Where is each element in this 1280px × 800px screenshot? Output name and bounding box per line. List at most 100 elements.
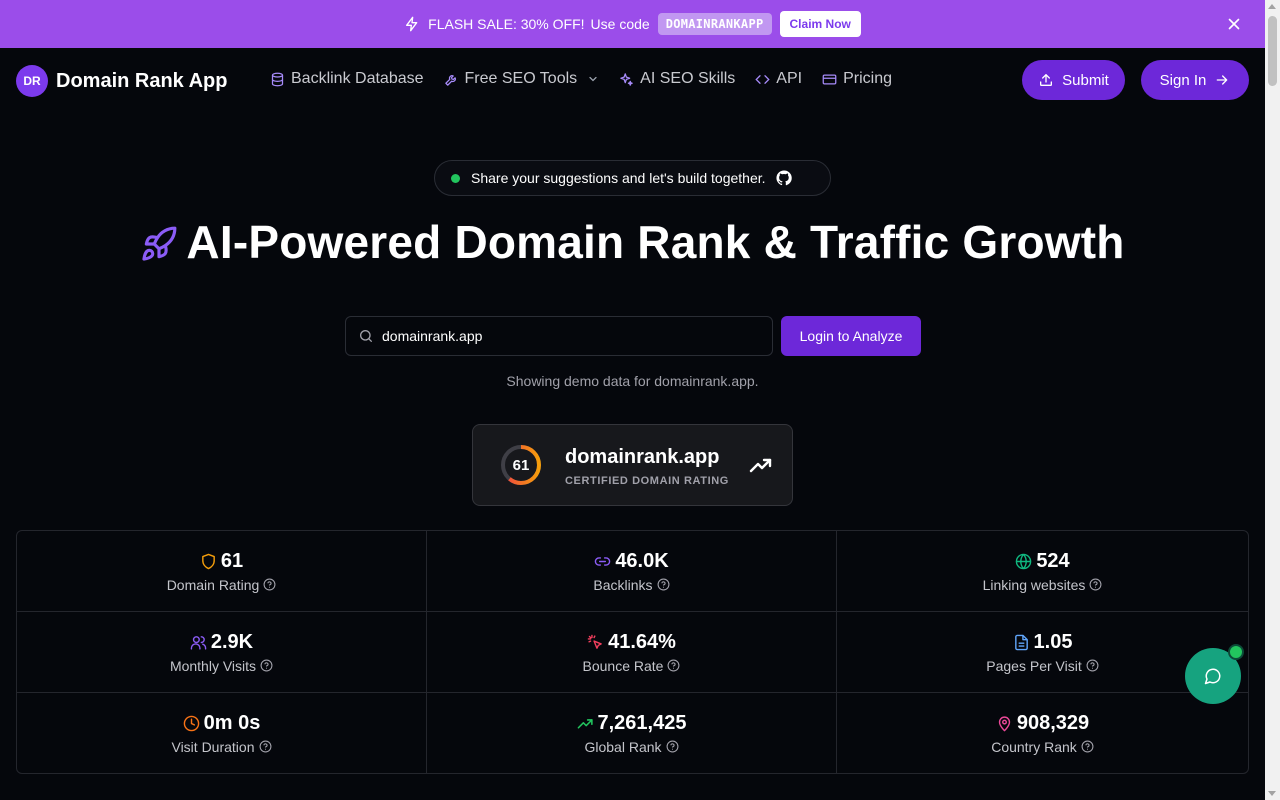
stat-value: 7,261,425 [597, 711, 687, 734]
globe-icon [1016, 553, 1032, 569]
stat-country-rank: 908,329 Country Rank [837, 693, 1248, 773]
chat-bubble-icon [1204, 668, 1221, 685]
wrench-icon [444, 74, 456, 86]
github-icon[interactable] [775, 169, 793, 187]
help-icon[interactable] [657, 578, 670, 591]
help-icon[interactable] [1086, 659, 1099, 672]
suggestions-text: Share your suggestions and let's build t… [471, 170, 766, 186]
login-to-analyze-button[interactable]: Login to Analyze [781, 316, 921, 356]
help-icon[interactable] [667, 659, 680, 672]
stat-label: Country Rank [991, 738, 1077, 755]
stat-bounce-rate: 41.64% Bounce Rate [427, 612, 837, 693]
stat-backlinks: 46.0K Backlinks [427, 531, 837, 612]
help-icon[interactable] [259, 740, 272, 753]
logo[interactable]: DR Domain Rank App [16, 65, 228, 97]
online-indicator [1228, 644, 1244, 660]
hero-title-text: AI-Powered Domain Rank & Traffic Growth [186, 216, 1125, 268]
domain-search-input[interactable] [382, 328, 742, 344]
help-icon[interactable] [260, 659, 273, 672]
stat-value: 908,329 [1016, 711, 1090, 734]
trending-up-icon [749, 458, 772, 473]
demo-note: Showing demo data for domainrank.app. [506, 373, 759, 389]
scroll-down-arrow[interactable] [1268, 791, 1276, 796]
domain-name: domainrank.app [565, 446, 720, 468]
nav-item-label: Backlink Database [291, 70, 424, 87]
chevron-down-icon [589, 76, 597, 82]
help-icon[interactable] [666, 740, 679, 753]
nav-item-label: Free SEO Tools [464, 70, 578, 87]
stat-monthly-visits: 2.9K Monthly Visits [17, 612, 427, 693]
use-code-text: Use code [590, 16, 650, 32]
submit-button[interactable]: Submit [1022, 60, 1125, 100]
database-icon [271, 72, 284, 86]
clock-icon [183, 715, 199, 731]
logo-name: Domain Rank App [56, 69, 228, 92]
search-icon [360, 330, 372, 342]
scroll-up-arrow[interactable] [1268, 4, 1276, 9]
stat-label: Pages Per Visit [986, 657, 1082, 674]
sign-in-label: Sign In [1159, 71, 1207, 89]
nav-item-free-seo-tools[interactable]: Free SEO Tools [444, 70, 600, 88]
hero-title: AI-Powered Domain Rank & Traffic Growth [0, 215, 1265, 269]
stat-domain-rating: 61 Domain Rating [17, 531, 427, 612]
scrollbar-thumb[interactable] [1268, 16, 1277, 86]
stat-value: 41.64% [608, 630, 676, 653]
trending-up-icon [577, 718, 593, 729]
shield-icon [202, 553, 215, 569]
status-dot [451, 173, 460, 183]
nav-item-label: API [776, 70, 803, 87]
close-icon[interactable] [1225, 15, 1243, 33]
promo-code[interactable]: DOMAINRANKAPP [657, 13, 772, 35]
stat-label: Monthly Visits [169, 657, 257, 674]
stat-visit-duration: 0m 0s Visit Duration [17, 693, 427, 773]
stat-value: 61 [220, 549, 244, 572]
chat-button[interactable] [1185, 644, 1244, 704]
rating-value: 61 [512, 456, 530, 474]
stat-value: 2.9K [210, 630, 254, 653]
stat-label: Domain Rating [166, 576, 260, 593]
nav-item-ai-seo-skills[interactable]: AI SEO Skills [619, 70, 735, 88]
certified-label: CERTIFIED DOMAIN RATING [565, 475, 729, 487]
claim-now-button[interactable]: Claim Now [779, 11, 861, 37]
upload-icon [1040, 74, 1053, 86]
bolt-icon [406, 16, 418, 32]
nav-item-api[interactable]: API [755, 70, 802, 88]
file-icon [1014, 634, 1028, 650]
logo-badge: DR [16, 65, 48, 97]
stat-label: Global Rank [584, 738, 662, 755]
suggestions-pill[interactable]: Share your suggestions and let's build t… [434, 160, 831, 196]
stat-global-rank: 7,261,425 Global Rank [427, 693, 837, 773]
sale-text: FLASH SALE: 30% OFF! [428, 16, 585, 32]
users-icon [190, 635, 207, 650]
nav-menu: Backlink Database Free SEO Tools AI SEO … [270, 70, 912, 88]
nav-item-backlink-database[interactable]: Backlink Database [270, 70, 424, 88]
submit-label: Submit [1062, 71, 1109, 89]
stat-value: 0m 0s [203, 711, 261, 734]
pointer-icon [587, 634, 602, 649]
nav-item-label: AI SEO Skills [640, 70, 736, 87]
link-icon [595, 556, 611, 566]
arrow-right-icon [1217, 75, 1228, 85]
rocket-icon [142, 226, 177, 261]
sparkles-icon [620, 72, 633, 86]
sign-in-button[interactable]: Sign In [1141, 60, 1249, 100]
stat-linking-websites: 524 Linking websites [837, 531, 1248, 612]
nav-item-pricing[interactable]: Pricing [822, 70, 892, 88]
help-icon[interactable] [1081, 740, 1094, 753]
domain-rating-card: 61 domainrank.app CERTIFIED DOMAIN RATIN… [472, 424, 793, 506]
code-icon [755, 74, 770, 84]
stat-label: Bounce Rate [582, 657, 664, 674]
stat-label: Visit Duration [171, 738, 255, 755]
stat-label: Linking websites [982, 576, 1086, 593]
help-icon[interactable] [1089, 578, 1102, 591]
stat-value: 46.0K [615, 549, 669, 572]
stats-grid: 61 Domain Rating 46.0K Backlinks 524 Lin… [16, 530, 1249, 774]
nav-item-label: Pricing [843, 70, 892, 87]
stat-value: 524 [1036, 549, 1070, 572]
scrollbar[interactable] [1265, 0, 1280, 800]
domain-search-box[interactable] [345, 316, 773, 356]
flash-sale-banner: FLASH SALE: 30% OFF! Use code DOMAINRANK… [0, 0, 1265, 48]
stat-value: 1.05 [1033, 630, 1073, 653]
help-icon[interactable] [263, 578, 276, 591]
map-pin-icon [998, 715, 1011, 732]
